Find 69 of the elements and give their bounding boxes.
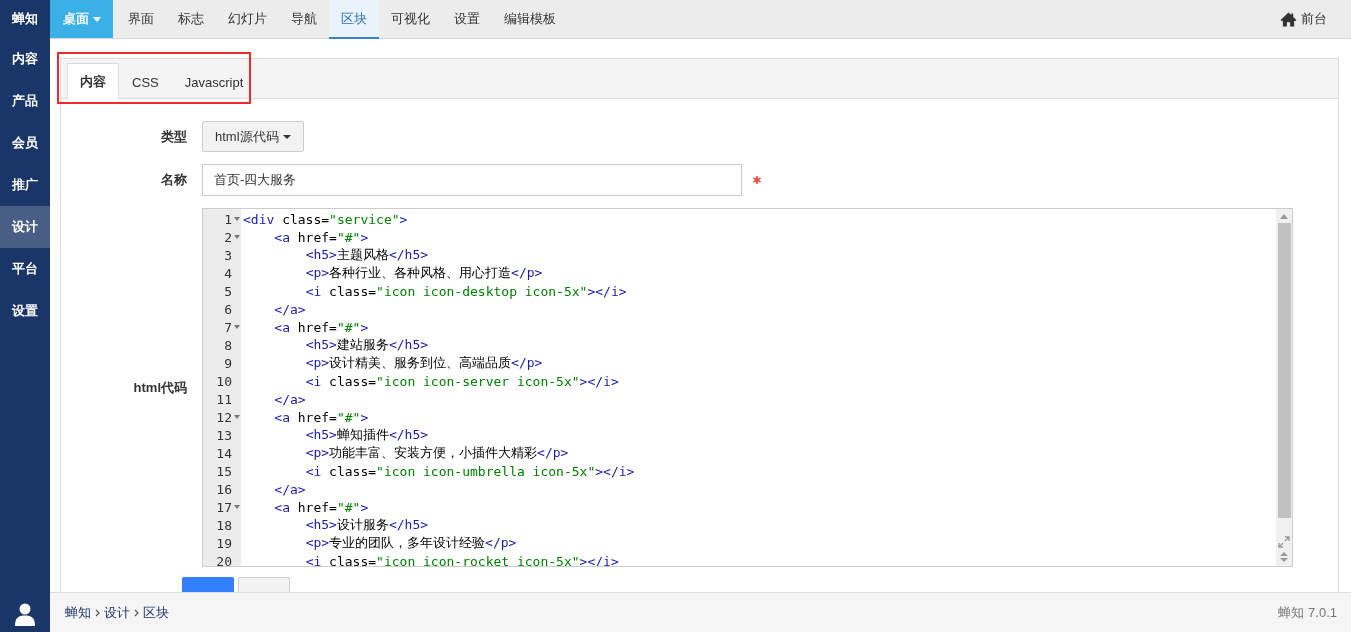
line-number: 6	[224, 301, 232, 317]
line-number: 15	[216, 463, 232, 479]
line-number: 5	[224, 283, 232, 299]
code-line: <i class="icon icon-server icon-5x"></i>	[304, 373, 619, 389]
code-line: <p>各种行业、各种风格、用心打造</p>	[304, 264, 543, 282]
line-number: 13	[216, 427, 232, 443]
code-line: <h5>蝉知插件</h5>	[304, 426, 429, 444]
breadcrumb-link[interactable]: 区块	[143, 603, 169, 622]
code-line: <i class="icon icon-rocket icon-5x"></i>	[304, 553, 619, 566]
type-dropdown[interactable]: html源代码	[202, 121, 304, 152]
line-number: 11	[216, 391, 232, 407]
nav-tab[interactable]: 可视化	[379, 0, 442, 39]
line-number: 8	[224, 337, 232, 353]
field-label: html代码	[132, 378, 187, 397]
code-line: </a>	[273, 391, 306, 407]
code-line: <p>专业的团队，多年设计经验</p>	[304, 534, 517, 552]
sidebar-item[interactable]: 设置	[0, 290, 50, 332]
version-text: 蝉知 7.0.1	[1278, 603, 1337, 622]
nav-tab[interactable]: 区块	[329, 0, 379, 39]
line-number: 14	[216, 445, 232, 461]
line-number: 1	[224, 211, 232, 227]
line-number: 3	[224, 247, 232, 263]
line-number: 12	[216, 409, 232, 425]
code-line: <a href="#">	[273, 229, 369, 245]
line-number: 9	[224, 355, 232, 371]
sidebar-item[interactable]: 内容	[0, 38, 50, 80]
line-number: 19	[216, 535, 232, 551]
nav-tab[interactable]: 标志	[166, 0, 216, 39]
code-line: <h5>主题风格</h5>	[304, 246, 429, 264]
field-label: 名称	[160, 171, 187, 189]
code-line: <h5>设计服务</h5>	[304, 516, 429, 534]
code-line: <a href="#">	[273, 409, 369, 425]
code-line: <div class="service">	[242, 211, 408, 227]
line-number: 17	[216, 499, 232, 515]
breadcrumb-link[interactable]: 蝉知	[65, 603, 91, 622]
code-line: <p>功能丰富、安装方便，小插件大精彩</p>	[304, 444, 569, 462]
code-line: <h5>建站服务</h5>	[304, 336, 429, 354]
sidebar-item[interactable]: 推广	[0, 164, 50, 206]
sidebar-item[interactable]: 产品	[0, 80, 50, 122]
code-line: </a>	[273, 301, 306, 317]
line-number: 10	[216, 373, 232, 389]
code-line: <p>设计精美、服务到位、高端品质</p>	[304, 354, 543, 372]
code-line: <i class="icon icon-desktop icon-5x"></i>	[304, 283, 627, 299]
line-number: 4	[224, 265, 232, 281]
name-input-field[interactable]: 首页-四大服务	[202, 164, 742, 196]
line-number: 18	[216, 517, 232, 533]
nav-tab[interactable]: 幻灯片	[216, 0, 279, 39]
panel-tab[interactable]: CSS	[119, 64, 172, 99]
line-number: 7	[224, 319, 232, 335]
code-line: <a href="#">	[273, 499, 369, 515]
sidebar-item[interactable]: 平台	[0, 248, 50, 290]
nav-tab[interactable]: 编辑模板	[492, 0, 568, 39]
line-number: 2	[224, 229, 232, 245]
panel-tab[interactable]: Javascript	[171, 64, 257, 99]
nav-tab[interactable]: 界面	[116, 0, 166, 39]
sidebar-item[interactable]: 会员	[0, 122, 50, 164]
brand-logo-text[interactable]: 蝉知	[0, 0, 50, 38]
nav-tab[interactable]: 导航	[279, 0, 329, 39]
field-label: 类型	[160, 127, 187, 146]
sidebar-item[interactable]: 设计	[0, 206, 50, 248]
panel-tab[interactable]: 内容	[67, 63, 119, 99]
code-line: <a href="#">	[273, 319, 369, 335]
line-number: 16	[216, 481, 232, 497]
nav-tab[interactable]: 设置	[442, 0, 492, 39]
breadcrumb-link[interactable]: 设计	[104, 603, 130, 622]
frontend-link[interactable]: 前台	[1301, 10, 1327, 28]
code-line: </a>	[273, 481, 306, 497]
code-line: <i class="icon icon-umbrella icon-5x"></i>	[304, 463, 635, 479]
line-number: 20	[216, 553, 232, 566]
